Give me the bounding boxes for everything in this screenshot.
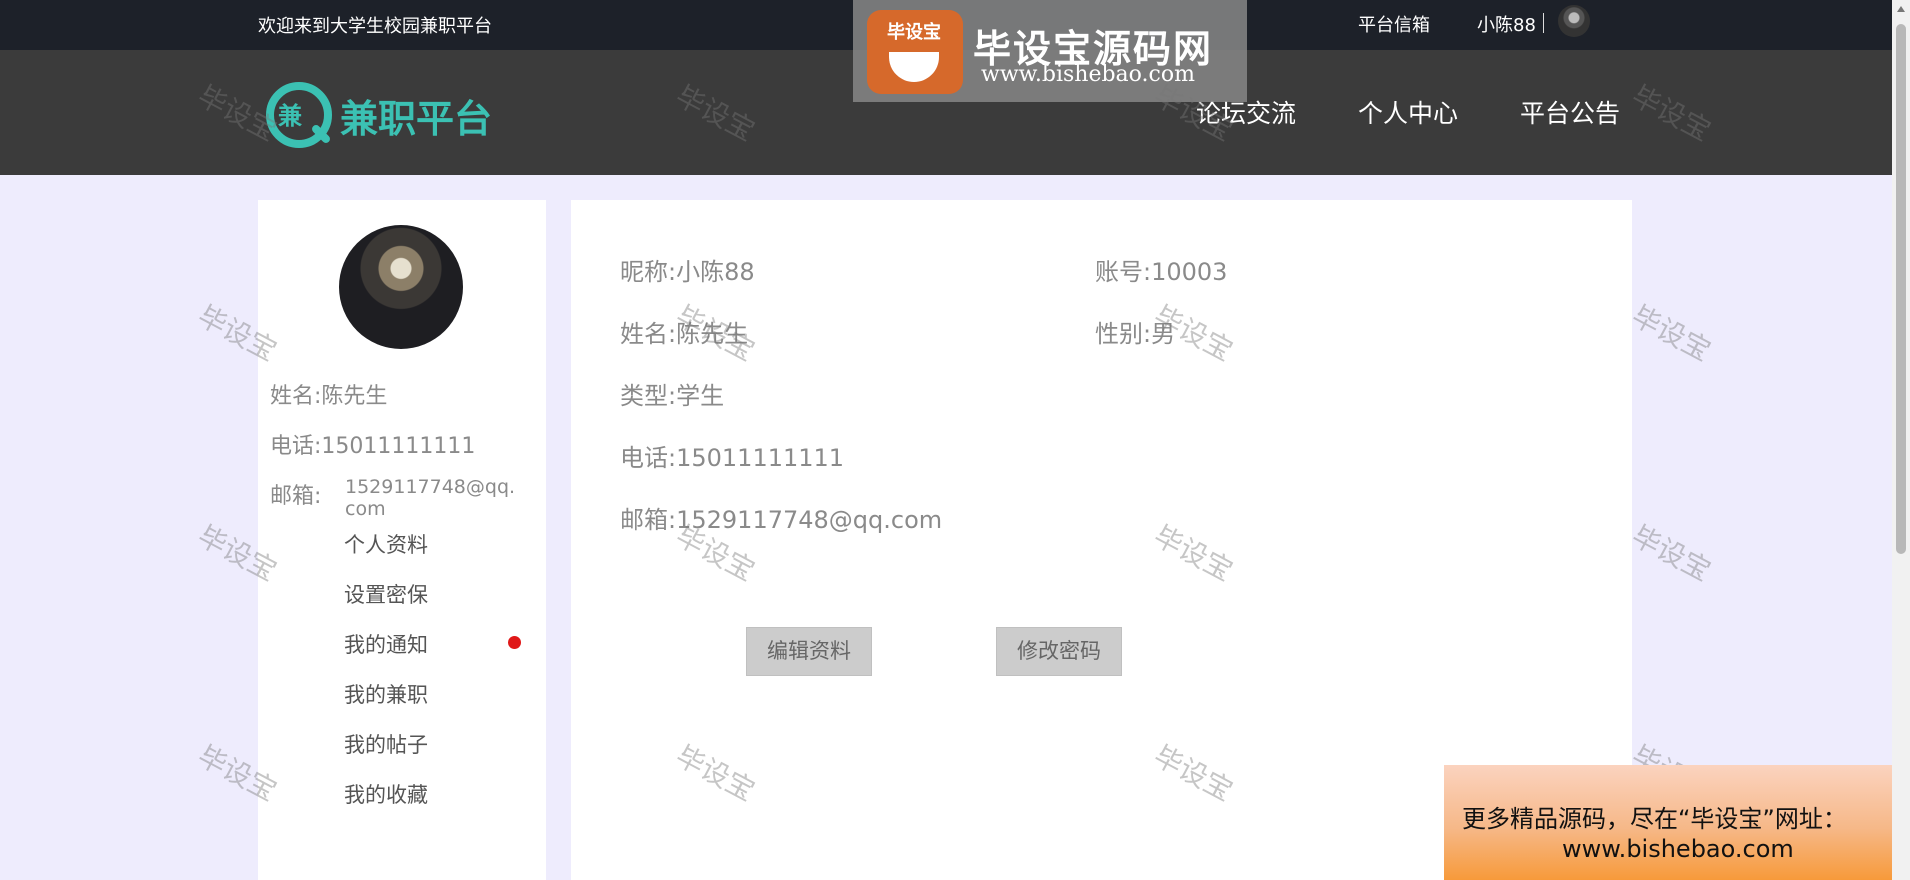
- gender-label: 性别:: [1095, 320, 1152, 348]
- vertical-scrollbar[interactable]: [1892, 0, 1910, 880]
- nav-announcements[interactable]: 平台公告: [1520, 94, 1620, 130]
- brand-title[interactable]: 兼职平台: [340, 88, 492, 143]
- divider: [1543, 13, 1544, 33]
- sidebar-email-label: 邮箱:: [270, 484, 322, 509]
- sidebar-name-label: 姓名:: [270, 384, 322, 409]
- account-field: 账号:10003: [1095, 252, 1227, 287]
- account-label: 账号:: [1095, 258, 1152, 286]
- email-field: 邮箱:1529117748@qq.com: [620, 500, 942, 535]
- type-label: 类型:: [620, 382, 677, 410]
- promo-line1: 更多精品源码，尽在“毕设宝”网址：: [1462, 805, 1847, 833]
- profile-avatar: [339, 225, 463, 349]
- name-label: 姓名:: [620, 320, 677, 348]
- menu-my-posts[interactable]: 我的帖子: [344, 729, 428, 759]
- name-field: 姓名:陈先生: [620, 314, 748, 349]
- promo-url[interactable]: www.bishebao.com: [1562, 835, 1794, 863]
- sidebar-name-value: 陈先生: [321, 384, 388, 409]
- nickname-value: 小陈88: [676, 258, 755, 286]
- scrollbar-thumb[interactable]: [1896, 24, 1906, 554]
- watermark-text: 毕设宝: [1626, 519, 1717, 588]
- menu-my-favorites[interactable]: 我的收藏: [344, 779, 428, 809]
- gender-field: 性别:男: [1095, 314, 1175, 349]
- menu-profile[interactable]: 个人资料: [344, 529, 428, 559]
- name-value: 陈先生: [676, 320, 749, 348]
- menu-notifications[interactable]: 我的通知: [344, 629, 428, 659]
- sidebar-phone-value: 15011111111: [321, 434, 476, 459]
- logo[interactable]: 兼: [264, 82, 334, 152]
- gender-value: 男: [1151, 320, 1176, 348]
- scroll-up-icon[interactable]: [1897, 6, 1905, 12]
- email-label: 邮箱:: [620, 506, 677, 534]
- sidebar-phone: 电话:15011111111: [270, 428, 475, 460]
- phone-value: 15011111111: [676, 444, 845, 472]
- watermark-text: 毕设宝: [1626, 299, 1717, 368]
- menu-security-question[interactable]: 设置密保: [344, 579, 428, 609]
- watermark-url: www.bishebao.com: [981, 62, 1195, 87]
- phone-field: 电话:15011111111: [620, 438, 844, 473]
- watermark-badge-icon: 毕设宝: [867, 10, 963, 94]
- sidebar-email-value: 1529117748@qq.com: [345, 476, 516, 520]
- type-value: 学生: [676, 382, 725, 410]
- promo-banner[interactable]: 更多精品源码，尽在“毕设宝”网址： www.bishebao.com: [1444, 765, 1892, 880]
- phone-label: 电话:: [620, 444, 677, 472]
- user-avatar[interactable]: [1558, 5, 1590, 37]
- edit-profile-button[interactable]: 编辑资料: [746, 627, 872, 676]
- logo-char: 兼: [278, 102, 302, 130]
- username-link[interactable]: 小陈88: [1477, 11, 1536, 37]
- sidebar-phone-label: 电话:: [270, 434, 322, 459]
- nickname-field: 昵称:小陈88: [620, 252, 755, 287]
- notification-dot: [508, 636, 521, 649]
- welcome-text: 欢迎来到大学生校园兼职平台: [258, 16, 492, 37]
- watermark-logo: 毕设宝 毕设宝源码网 www.bishebao.com: [853, 0, 1247, 102]
- email-value: 1529117748@qq.com: [676, 506, 943, 534]
- change-password-button[interactable]: 修改密码: [996, 627, 1122, 676]
- nickname-label: 昵称:: [620, 258, 677, 286]
- account-value: 10003: [1151, 258, 1228, 286]
- sidebar-name: 姓名:陈先生: [270, 378, 387, 410]
- watermark-badge-text: 毕设宝: [887, 22, 941, 43]
- platform-mailbox-link[interactable]: 平台信箱: [1358, 11, 1430, 37]
- menu-my-jobs[interactable]: 我的兼职: [344, 679, 428, 709]
- type-field: 类型:学生: [620, 376, 724, 411]
- nav-personal-center[interactable]: 个人中心: [1358, 94, 1458, 130]
